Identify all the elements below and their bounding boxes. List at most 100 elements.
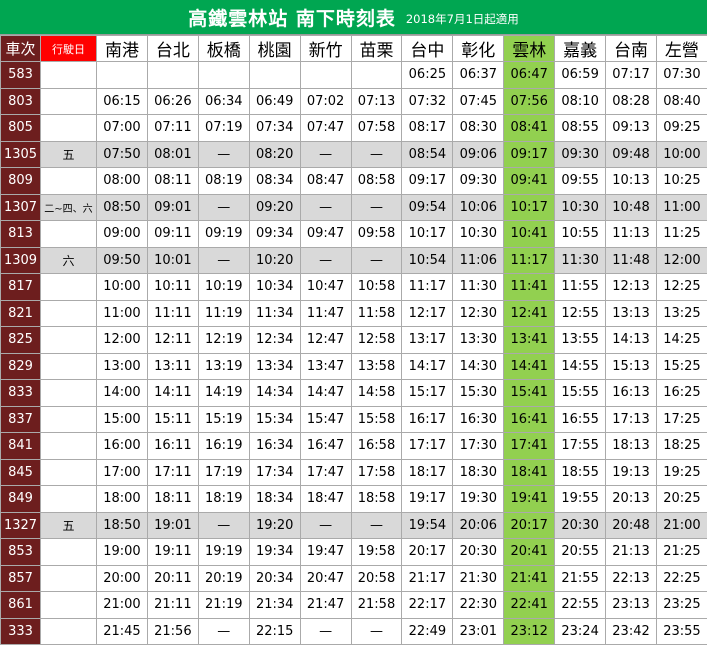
time-cell: 19:55: [555, 486, 606, 513]
time-cell: 14:19: [198, 380, 249, 407]
page-title: 高鐵雲林站 南下時刻表: [188, 4, 396, 31]
time-cell: 11:19: [198, 300, 249, 327]
time-cell: 10:58: [351, 274, 402, 301]
station-header: 新竹: [300, 36, 351, 62]
time-cell: 09:30: [555, 141, 606, 168]
time-cell: 23:55: [656, 618, 707, 645]
time-cell: 06:26: [147, 88, 198, 115]
time-cell: 15:00: [97, 406, 148, 433]
time-cell: 19:17: [402, 486, 453, 513]
time-cell: [351, 62, 402, 89]
time-cell: 07:56: [504, 88, 555, 115]
time-cell: 09:11: [147, 221, 198, 248]
table-row: 83314:0014:1114:1914:3414:4714:5815:1715…: [1, 380, 707, 407]
time-cell: 17:11: [147, 459, 198, 486]
table-row: 82913:0013:1113:1913:3413:4713:5814:1714…: [1, 353, 707, 380]
time-cell: 10:17: [402, 221, 453, 248]
time-cell: 09:25: [656, 115, 707, 142]
time-cell: 16:58: [351, 433, 402, 460]
time-cell: 15:47: [300, 406, 351, 433]
time-cell: 22:25: [656, 565, 707, 592]
time-cell: 21:11: [147, 592, 198, 619]
table-row: 83715:0015:1115:1915:3415:4715:5816:1716…: [1, 406, 707, 433]
train-number-cell: 1327: [1, 512, 41, 539]
time-cell: 15:17: [402, 380, 453, 407]
operating-days-cell: 二~四、六: [41, 194, 97, 221]
station-header: 南港: [97, 36, 148, 62]
timetable: 車次 行駛日 南港台北板橋桃園新竹苗栗台中彰化雲林嘉義台南左營 58306:25…: [0, 35, 707, 645]
operating-days-cell: 五: [41, 512, 97, 539]
time-cell: 19:00: [97, 539, 148, 566]
table-row: 80908:0008:1108:1908:3408:4708:5809:1709…: [1, 168, 707, 195]
table-row: 1309六09:5010:01—10:20——10:5411:0611:1711…: [1, 247, 707, 274]
time-cell: 13:41: [504, 327, 555, 354]
time-cell: 19:58: [351, 539, 402, 566]
time-cell: 09:06: [453, 141, 504, 168]
time-cell: 13:47: [300, 353, 351, 380]
time-cell: 18:00: [97, 486, 148, 513]
time-cell: 17:47: [300, 459, 351, 486]
time-cell: 19:20: [249, 512, 300, 539]
time-cell: 18:41: [504, 459, 555, 486]
time-cell: 13:30: [453, 327, 504, 354]
operating-days-cell: [41, 565, 97, 592]
operating-days-cell: [41, 300, 97, 327]
time-cell: 15:25: [656, 353, 707, 380]
time-cell: 20:17: [504, 512, 555, 539]
train-number-cell: 821: [1, 300, 41, 327]
time-cell: 20:00: [97, 565, 148, 592]
time-cell: 20:06: [453, 512, 504, 539]
time-cell: 22:41: [504, 592, 555, 619]
time-cell: [300, 62, 351, 89]
time-cell: 13:13: [606, 300, 657, 327]
station-header: 台南: [606, 36, 657, 62]
time-cell: 09:01: [147, 194, 198, 221]
operating-days-cell: 六: [41, 247, 97, 274]
time-cell: 07:47: [300, 115, 351, 142]
table-row: 1305五07:5008:01—08:20——08:5409:0609:1709…: [1, 141, 707, 168]
time-cell: 13:11: [147, 353, 198, 380]
time-cell: 17:25: [656, 406, 707, 433]
time-cell: 20:30: [555, 512, 606, 539]
time-cell: 18:30: [453, 459, 504, 486]
time-cell: 12:17: [402, 300, 453, 327]
time-cell: 13:58: [351, 353, 402, 380]
time-cell: —: [300, 512, 351, 539]
time-cell: —: [351, 247, 402, 274]
time-cell: 17:55: [555, 433, 606, 460]
time-cell: 11:17: [504, 247, 555, 274]
time-cell: 10:48: [606, 194, 657, 221]
time-cell: 12:30: [453, 300, 504, 327]
time-cell: 13:00: [97, 353, 148, 380]
station-header: 板橋: [198, 36, 249, 62]
time-cell: 09:34: [249, 221, 300, 248]
time-cell: 09:54: [402, 194, 453, 221]
time-cell: 19:54: [402, 512, 453, 539]
time-cell: —: [198, 512, 249, 539]
time-cell: 22:55: [555, 592, 606, 619]
time-cell: 20:13: [606, 486, 657, 513]
time-cell: 10:17: [504, 194, 555, 221]
time-cell: 11:17: [402, 274, 453, 301]
time-cell: 08:41: [504, 115, 555, 142]
time-cell: —: [351, 512, 402, 539]
time-cell: 13:34: [249, 353, 300, 380]
header-row: 車次 行駛日 南港台北板橋桃園新竹苗栗台中彰化雲林嘉義台南左營: [1, 36, 707, 62]
time-cell: 21:00: [656, 512, 707, 539]
operating-days-cell: [41, 221, 97, 248]
table-row: 1327五18:5019:01—19:20——19:5420:0620:1720…: [1, 512, 707, 539]
time-cell: 12:25: [656, 274, 707, 301]
train-number-cell: 833: [1, 380, 41, 407]
time-cell: 21:58: [351, 592, 402, 619]
time-cell: 07:58: [351, 115, 402, 142]
time-cell: 06:47: [504, 62, 555, 89]
time-cell: 16:19: [198, 433, 249, 460]
time-cell: 10:34: [249, 274, 300, 301]
time-cell: 10:25: [656, 168, 707, 195]
time-cell: 16:30: [453, 406, 504, 433]
time-cell: 20:11: [147, 565, 198, 592]
time-cell: 09:17: [504, 141, 555, 168]
time-cell: 17:30: [453, 433, 504, 460]
effective-date: 2018年7月1日起適用: [406, 11, 519, 27]
time-cell: 23:24: [555, 618, 606, 645]
